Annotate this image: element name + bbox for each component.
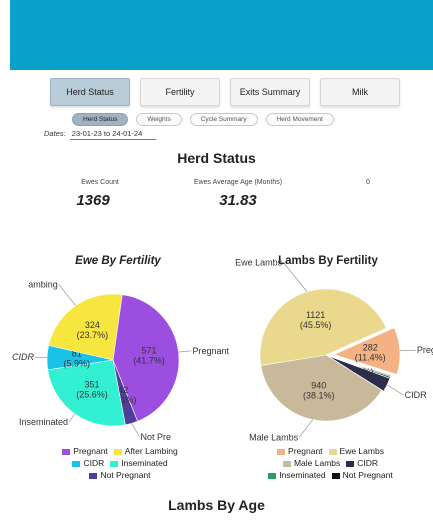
pie-slice-value-cidr: 81 [72,349,82,359]
pie-slice-male-lambs[interactable] [260,354,383,422]
pie-outside-label-after-lambing: ambing [28,279,58,289]
legend-item-cidr: CIDR [72,458,104,468]
pie-slice-value-pregnant: (41.7%) [133,356,165,366]
tab-exits-summary[interactable]: Exits Summary [230,78,310,106]
ewe-by-fertility-title: Ewe By Fertility [75,255,161,267]
pie-slice-pregnant[interactable] [112,294,180,422]
third-stat-label: 0 [366,179,370,186]
ewe-by-fertility-legend: Pregnant After Lambing CIDR Inseminated … [15,446,225,482]
pie-slice-value-after-lambing: 324 [85,320,100,330]
legend-item-not-pregnant: Not Pregnant [89,470,151,480]
legend-label: CIDR [83,458,105,468]
legend-label: CIDR [357,458,379,468]
legend-label: Pregnant [73,446,108,456]
tab-fertility[interactable]: Fertility [140,78,220,106]
pie-outside-label-male-lambs: Male Lambs [249,432,299,442]
subtab-cycle-summary[interactable]: Cycle Summary [189,113,258,126]
tab-herd-status[interactable]: Herd Status [50,78,130,106]
legend-item-cidr: CIDR [346,458,378,468]
pie-slice-value-pregnant: 571 [142,346,157,356]
legend-item-pregnant: Pregnant [277,446,323,456]
pie-slice-value-not-pregnant: (3.1%) [110,395,137,405]
pie-slice-value-ewe-lambs: (45.5%) [300,320,332,330]
legend-label: After Lambing [124,446,178,456]
main-tabs: Herd Status Fertility Exits Summary Milk [50,78,400,106]
legend-label: Not Pregnant [342,470,393,480]
legend-item-not-pregnant: Not Pregnant [331,470,393,480]
legend-label: Pregnant [288,446,323,456]
pie-slice-value-male-lambs: 940 [311,381,326,391]
pie-slice-value-pregnant: 282 [363,343,378,353]
tab-milk[interactable]: Milk [320,78,400,106]
pie-leader-line-male-lambs [298,419,314,438]
legend-item-ewe-lambs: Ewe Lambs [328,446,384,456]
lambs-by-age-title: Lambs By Age [168,497,265,513]
pie-leader-line-not-pregnant [131,423,140,437]
pie-slice-value-inseminated: (25.6%) [76,390,108,400]
legend-item-inseminated: Inseminated [268,470,326,480]
legend-label: Inseminated [121,458,168,468]
pie-slice-after-lambing[interactable] [48,293,123,361]
pie-slice-pregnant[interactable] [333,327,401,375]
legend-label: Inseminated [279,470,326,480]
pie-outside-label-not-pregnant: Not Pre [140,432,171,442]
pie-slice-value-inseminated: 351 [84,380,99,390]
subtab-herd-movement[interactable]: Herd Movement [265,113,334,126]
pie-slice-value-pregnant: (11.4%) [355,353,386,363]
lambs-by-fertility-legend: Pregnant Ewe Lambs Male Lambs CIDR Insem… [228,446,433,482]
sub-tabs: Herd Status Weights Cycle Summary Herd M… [72,113,334,126]
lambs-by-fertility-title: Lambs By Fertility [278,255,378,267]
pie-slice-value-ewe-lambs: 1121 [306,310,325,320]
pie-outside-label-inseminated: Inseminated [19,417,68,427]
pie-outside-label-pregnant: Pregnan [417,345,433,355]
pie-outside-label-pregnant: Pregnant [192,346,229,356]
pie-slice-inseminated[interactable] [327,355,392,378]
pie-leader-line-inseminated [68,413,76,423]
pie-outside-label-cidr: CIDR [12,352,34,362]
legend-item-male-lambs: Male Lambs [282,458,341,468]
date-range-input[interactable]: 23-01-23 to 24-01-24 [69,129,157,140]
legend-label: Male Lambs [293,458,341,468]
pie-slice-cidr[interactable] [46,345,114,371]
header-banner [10,0,433,70]
pie-slice-inseminated[interactable] [47,359,126,427]
legend-label: Ewe Lambs [339,446,384,456]
ewes-average-age-label: Ewes Average Age (Months) [193,179,283,186]
legend-label: Not Pregnant [100,470,151,480]
pie-leader-line-after-lambing [58,284,76,306]
subtab-weights[interactable]: Weights [136,113,182,126]
legend-item-after-lambing: After Lambing [113,446,178,456]
pie-slice-value-not-pregnant: 42 [118,385,128,395]
legend-item-inseminated: Inseminated [110,458,168,468]
ewes-count-label: Ewes Count [81,179,119,186]
date-range: Dates: 23-01-23 to 24-01-24 [44,129,157,140]
pie-leader-line-pregnant [178,350,192,353]
pie-slice-value-cidr: (3.4%) [347,367,374,377]
pie-slice-value-cidr: (5.9%) [63,359,90,369]
ewes-average-age-value: 31.83 [219,192,257,209]
pie-slice-not-pregnant[interactable] [112,359,138,426]
pie-leader-line-pregnant [399,349,416,352]
subtab-herd-status[interactable]: Herd Status [72,113,129,126]
pie-slice-value-male-lambs: (38.1%) [303,391,335,401]
pie-slice-not-pregnant[interactable] [327,355,391,379]
date-range-label: Dates: [44,129,66,138]
section-title: Herd Status [177,150,256,166]
ewes-count-value: 1369 [76,192,110,209]
pie-slice-cidr[interactable] [327,355,391,392]
pie-leader-line-cidr [386,384,404,396]
pie-slice-ewe-lambs[interactable] [259,288,387,366]
pie-outside-label-cidr: CIDR [405,390,427,400]
legend-item-pregnant: Pregnant [62,446,108,456]
pie-slice-value-after-lambing: (23.7%) [77,330,109,340]
